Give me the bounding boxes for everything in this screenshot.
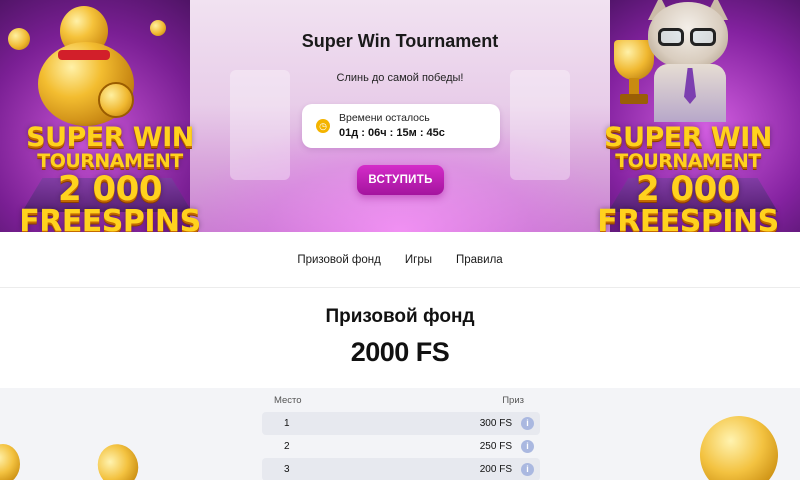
info-icon[interactable]: i <box>521 417 534 430</box>
promo-line: FREESPINS <box>19 204 201 233</box>
table-header: Место Приз <box>262 388 540 412</box>
prize-table-section: Место Приз 1 300 FS i 2 250 FS i 3 200 F… <box>0 388 800 480</box>
row-place: 1 <box>284 418 290 429</box>
tournament-subtitle: Слинь до самой победы! <box>336 72 464 84</box>
row-amount: 300 FS <box>479 418 512 429</box>
prize-fund-total: 2000 FS <box>350 337 450 367</box>
promo-line: SUPER WIN <box>604 122 772 153</box>
row-amount: 200 FS <box>479 464 512 475</box>
row-place: 3 <box>284 464 290 475</box>
gold-coin-icon <box>91 438 145 480</box>
clock-icon: ◷ <box>316 119 330 133</box>
prize-table: Место Приз 1 300 FS i 2 250 FS i 3 200 F… <box>262 388 540 480</box>
info-icon[interactable]: i <box>521 463 534 476</box>
section-tabs: Призовой фонд Игры Правила <box>0 232 800 288</box>
gold-coin-icon <box>150 20 166 36</box>
promo-line: 2 000 <box>636 169 740 209</box>
column-header-place: Место <box>274 395 302 406</box>
tab-prize-fund[interactable]: Призовой фонд <box>297 254 381 266</box>
table-row: 2 250 FS i <box>262 435 540 458</box>
gold-gourd-icon <box>30 6 142 126</box>
gold-coin-icon <box>0 444 20 480</box>
join-button[interactable]: ВСТУПИТЬ <box>357 165 444 195</box>
promo-line: FREESPINS <box>597 204 779 233</box>
countdown-label: Времени осталось <box>339 112 430 124</box>
promo-line: 2 000 <box>58 169 162 209</box>
prize-fund-heading: Призовой фонд <box>325 306 475 327</box>
countdown-value: 01д : 06ч : 15м : 45с <box>339 127 445 139</box>
gold-coin-icon <box>8 28 30 50</box>
tab-games[interactable]: Игры <box>405 254 432 266</box>
countdown-card: ◷ Времени осталось 01д : 06ч : 15м : 45с <box>302 104 500 148</box>
promo-line: SUPER WIN <box>26 122 194 153</box>
promo-text-left: SUPER WIN TOURNAMENT 2 000 FREESPINS <box>10 124 210 232</box>
tab-rules[interactable]: Правила <box>456 254 503 266</box>
gold-coin-icon <box>691 407 787 480</box>
column-header-prize: Приз <box>502 395 524 406</box>
table-row: 3 200 FS i <box>262 458 540 480</box>
slot-machine-silhouette <box>510 70 570 180</box>
slot-machine-silhouette <box>230 70 290 180</box>
tournament-title: Super Win Tournament <box>301 31 499 51</box>
hero-banner: SUPER WIN TOURNAMENT 2 000 FREESPINS SUP… <box>0 0 800 232</box>
cat-mascot-icon <box>640 0 740 122</box>
row-amount: 250 FS <box>479 441 512 452</box>
promo-text-right: SUPER WIN TOURNAMENT 2 000 FREESPINS <box>588 124 788 232</box>
row-place: 2 <box>284 441 290 452</box>
info-icon[interactable]: i <box>521 440 534 453</box>
table-row: 1 300 FS i <box>262 412 540 435</box>
